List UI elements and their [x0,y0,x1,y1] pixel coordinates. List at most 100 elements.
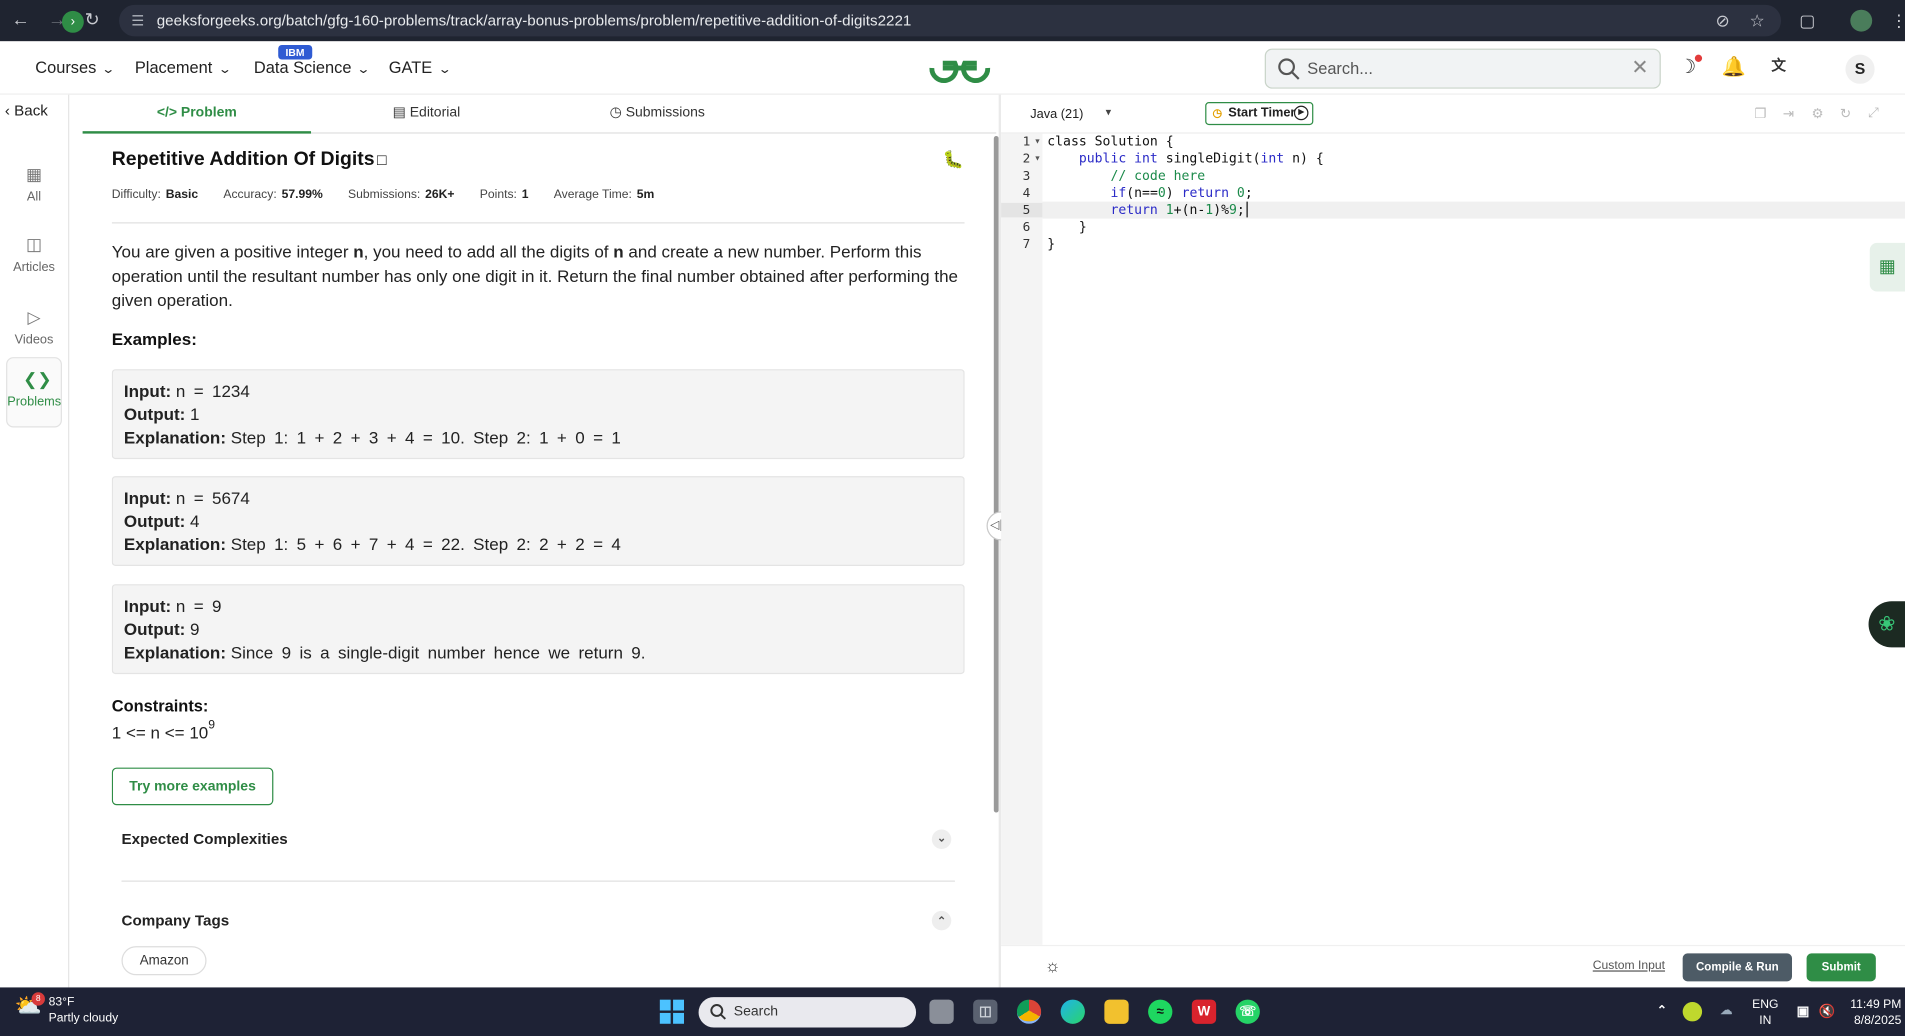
windows-start-icon[interactable] [659,999,684,1024]
bookmark-star-icon[interactable]: ☆ [1749,10,1764,32]
site-settings-icon[interactable]: ☰ [131,5,144,37]
nav-courses[interactable]: Courses ⌄ [35,58,116,76]
tab-editorial[interactable]: ▤ Editorial [311,95,542,134]
desc-text: You are given a positive integer [111,241,354,262]
line-number: 7 [1022,236,1031,252]
rail-item-articles[interactable]: ◫ Articles [6,223,62,293]
fullscreen-icon[interactable]: ⤢ [1865,106,1882,123]
copy-icon[interactable]: ❐ [1752,106,1769,123]
code-text: class Solution { [1047,133,1174,150]
language-value: Java (21) [1030,106,1084,122]
code-text: } [1047,235,1056,252]
back-arrow-icon[interactable]: ← [10,10,32,32]
nav-data-science-label: Data Science [253,58,352,77]
nav-placement[interactable]: Placement ⌄ [135,58,232,76]
custom-input-link[interactable]: Custom Input [1593,959,1665,972]
gfg-logo[interactable] [928,51,991,85]
reload-icon[interactable]: ↻ [81,10,103,32]
tray-cloud-icon[interactable]: ☁ [1714,1000,1738,1024]
timer-icon: ◷ [1212,106,1223,120]
code-line: return 1+(n-1)%9; [1047,201,1248,218]
back-button[interactable]: ‹ Back [5,102,48,119]
settings-icon[interactable]: ⚙ [1809,106,1826,123]
address-bar[interactable]: ☰ geeksforgeeks.org/batch/gfg-160-proble… [119,4,1782,37]
chevron-down-icon[interactable]: ⌄ [931,829,952,849]
compile-run-button[interactable]: Compile & Run [1682,953,1793,982]
expected-complexities-accordion[interactable]: Expected Complexities ⌄ [121,829,954,849]
code-text: } [1047,218,1087,235]
system-clock[interactable]: 11:49 PM 8/8/2025 [1848,997,1901,1029]
rail-item-all[interactable]: ▦ All [6,153,62,223]
close-icon[interactable]: ✕ [1631,56,1648,80]
line-number: 5 [1001,202,1043,218]
company-tags-accordion[interactable]: Company Tags ⌃ [121,910,954,931]
constraint-base: 1 <= n <= 10 [111,722,209,743]
bug-report-icon[interactable]: 🐛 [943,149,964,170]
difficulty-label: Difficulty: [111,188,161,202]
try-more-examples-button[interactable]: Try more examples [111,767,274,806]
dropdown-caret-icon: ▾ [1105,105,1112,118]
edge-icon[interactable] [1060,999,1085,1024]
nav-gate[interactable]: GATE ⌄ [389,58,452,76]
eye-off-icon[interactable]: ⊘ [1715,10,1729,32]
search-input[interactable]: Search... ✕ [1264,48,1661,89]
rail-item-problems[interactable]: ❮❯ Problems [6,357,62,428]
language-select[interactable]: Java (21) ▾ [1030,106,1111,122]
wps-office-icon[interactable]: W [1191,999,1217,1024]
avatar[interactable]: S [1845,54,1875,84]
tab-submissions[interactable]: ◷ Submissions [542,95,773,134]
examples-heading: Examples: [111,329,197,349]
problem-pane: Repetitive Addition Of Digits □ 🐛 Difficu… [111,134,965,988]
whatsapp-icon[interactable]: ☏ [1235,999,1260,1024]
language-indicator[interactable]: ENG IN [1749,997,1781,1029]
menu-dots-icon[interactable]: ⋮ [1890,10,1905,32]
tray-app-icon[interactable] [1682,1001,1703,1022]
notification-bell-icon[interactable]: 🔔 [1719,55,1748,82]
volume-muted-icon[interactable]: 🔇 [1815,1000,1839,1024]
start-timer-button[interactable]: ◷ Start Timer ▶ [1205,102,1314,126]
folder-icon[interactable] [1104,999,1129,1024]
spotify-icon[interactable]: ≈ [1148,999,1173,1024]
nav-data-science[interactable]: Data Science ⌄ [253,58,371,77]
chevron-up-icon[interactable]: ⌃ [1650,1000,1674,1024]
book-icon: ◫ [25,234,43,254]
export-icon[interactable]: ⇥ [1780,106,1797,123]
search-icon [1278,58,1300,80]
network-icon[interactable]: ▣ [1791,1000,1815,1024]
difficulty-value: Basic [165,188,199,202]
tab-problem[interactable]: </> Problem [82,95,312,134]
code-editor[interactable]: class Solution { public int singleDigit(… [1042,134,1905,945]
fold-icon[interactable]: ▼ [1034,138,1041,145]
submissions-label: Submissions: [348,188,421,202]
task-view-icon[interactable] [929,999,954,1024]
chrome-icon[interactable] [1016,999,1042,1024]
code-keyword: return [1181,184,1229,201]
collapse-arrow-icon[interactable]: › [61,10,84,33]
dark-mode-moon-icon[interactable]: ☽ [1673,54,1703,82]
extensions-icon[interactable]: ▢ [1799,10,1815,32]
divider [111,222,965,224]
submit-button[interactable]: Submit [1806,953,1876,982]
theme-light-icon[interactable]: ☼ [1045,956,1061,975]
translate-icon[interactable]: 文 [1764,55,1793,82]
line-number: 2 [1022,151,1031,167]
example-box: Input: n = 5674 Output: 4 Explanation: S… [111,476,965,566]
chat-icon[interactable]: ▦ [1869,242,1905,292]
profile-avatar-icon[interactable] [1850,9,1873,32]
code-text: (n== [1126,184,1158,201]
bookmark-icon[interactable]: □ [377,151,387,169]
chevron-up-icon[interactable]: ⌃ [931,910,952,931]
taskbar-search[interactable]: Search [698,997,917,1028]
code-text: n) { [1284,150,1324,167]
code-icon: </> [156,105,181,121]
file-manager-icon[interactable]: ◫ [973,999,998,1024]
explanation-label: Explanation: [123,427,226,447]
desc-text: , you need to add all the digits of [363,241,614,262]
constraints-heading: Constraints: [111,697,209,716]
weather-widget[interactable]: ⛅ 8 83°F Partly cloudy [15,992,118,1027]
company-tag[interactable]: Amazon [121,946,207,976]
fold-icon[interactable]: ▼ [1034,155,1041,162]
reset-icon[interactable]: ↻ [1837,106,1854,123]
